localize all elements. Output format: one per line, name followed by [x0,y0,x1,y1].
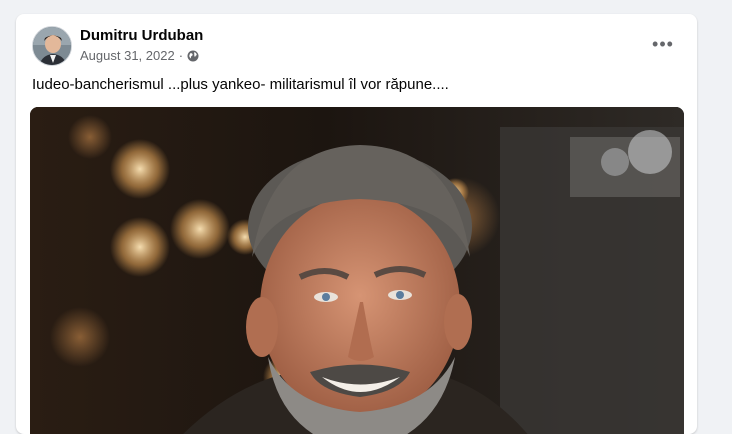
post-card: Dumitru Urduban August 31, 2022 · ••• Iu… [16,14,697,434]
post-meta: August 31, 2022 · [80,48,199,63]
author-avatar[interactable] [32,26,72,66]
meta-separator: · [178,48,184,63]
author-name[interactable]: Dumitru Urduban [80,27,203,44]
post-text: Iudeo-bancherismul ...plus yankeo- milit… [32,76,449,93]
post-photo[interactable] [30,107,684,434]
more-options-icon[interactable]: ••• [645,30,681,58]
post-header: Dumitru Urduban August 31, 2022 · ••• [16,14,697,70]
photo-graphic [30,107,684,434]
globe-icon[interactable] [187,50,199,62]
post-date[interactable]: August 31, 2022 [80,48,175,63]
